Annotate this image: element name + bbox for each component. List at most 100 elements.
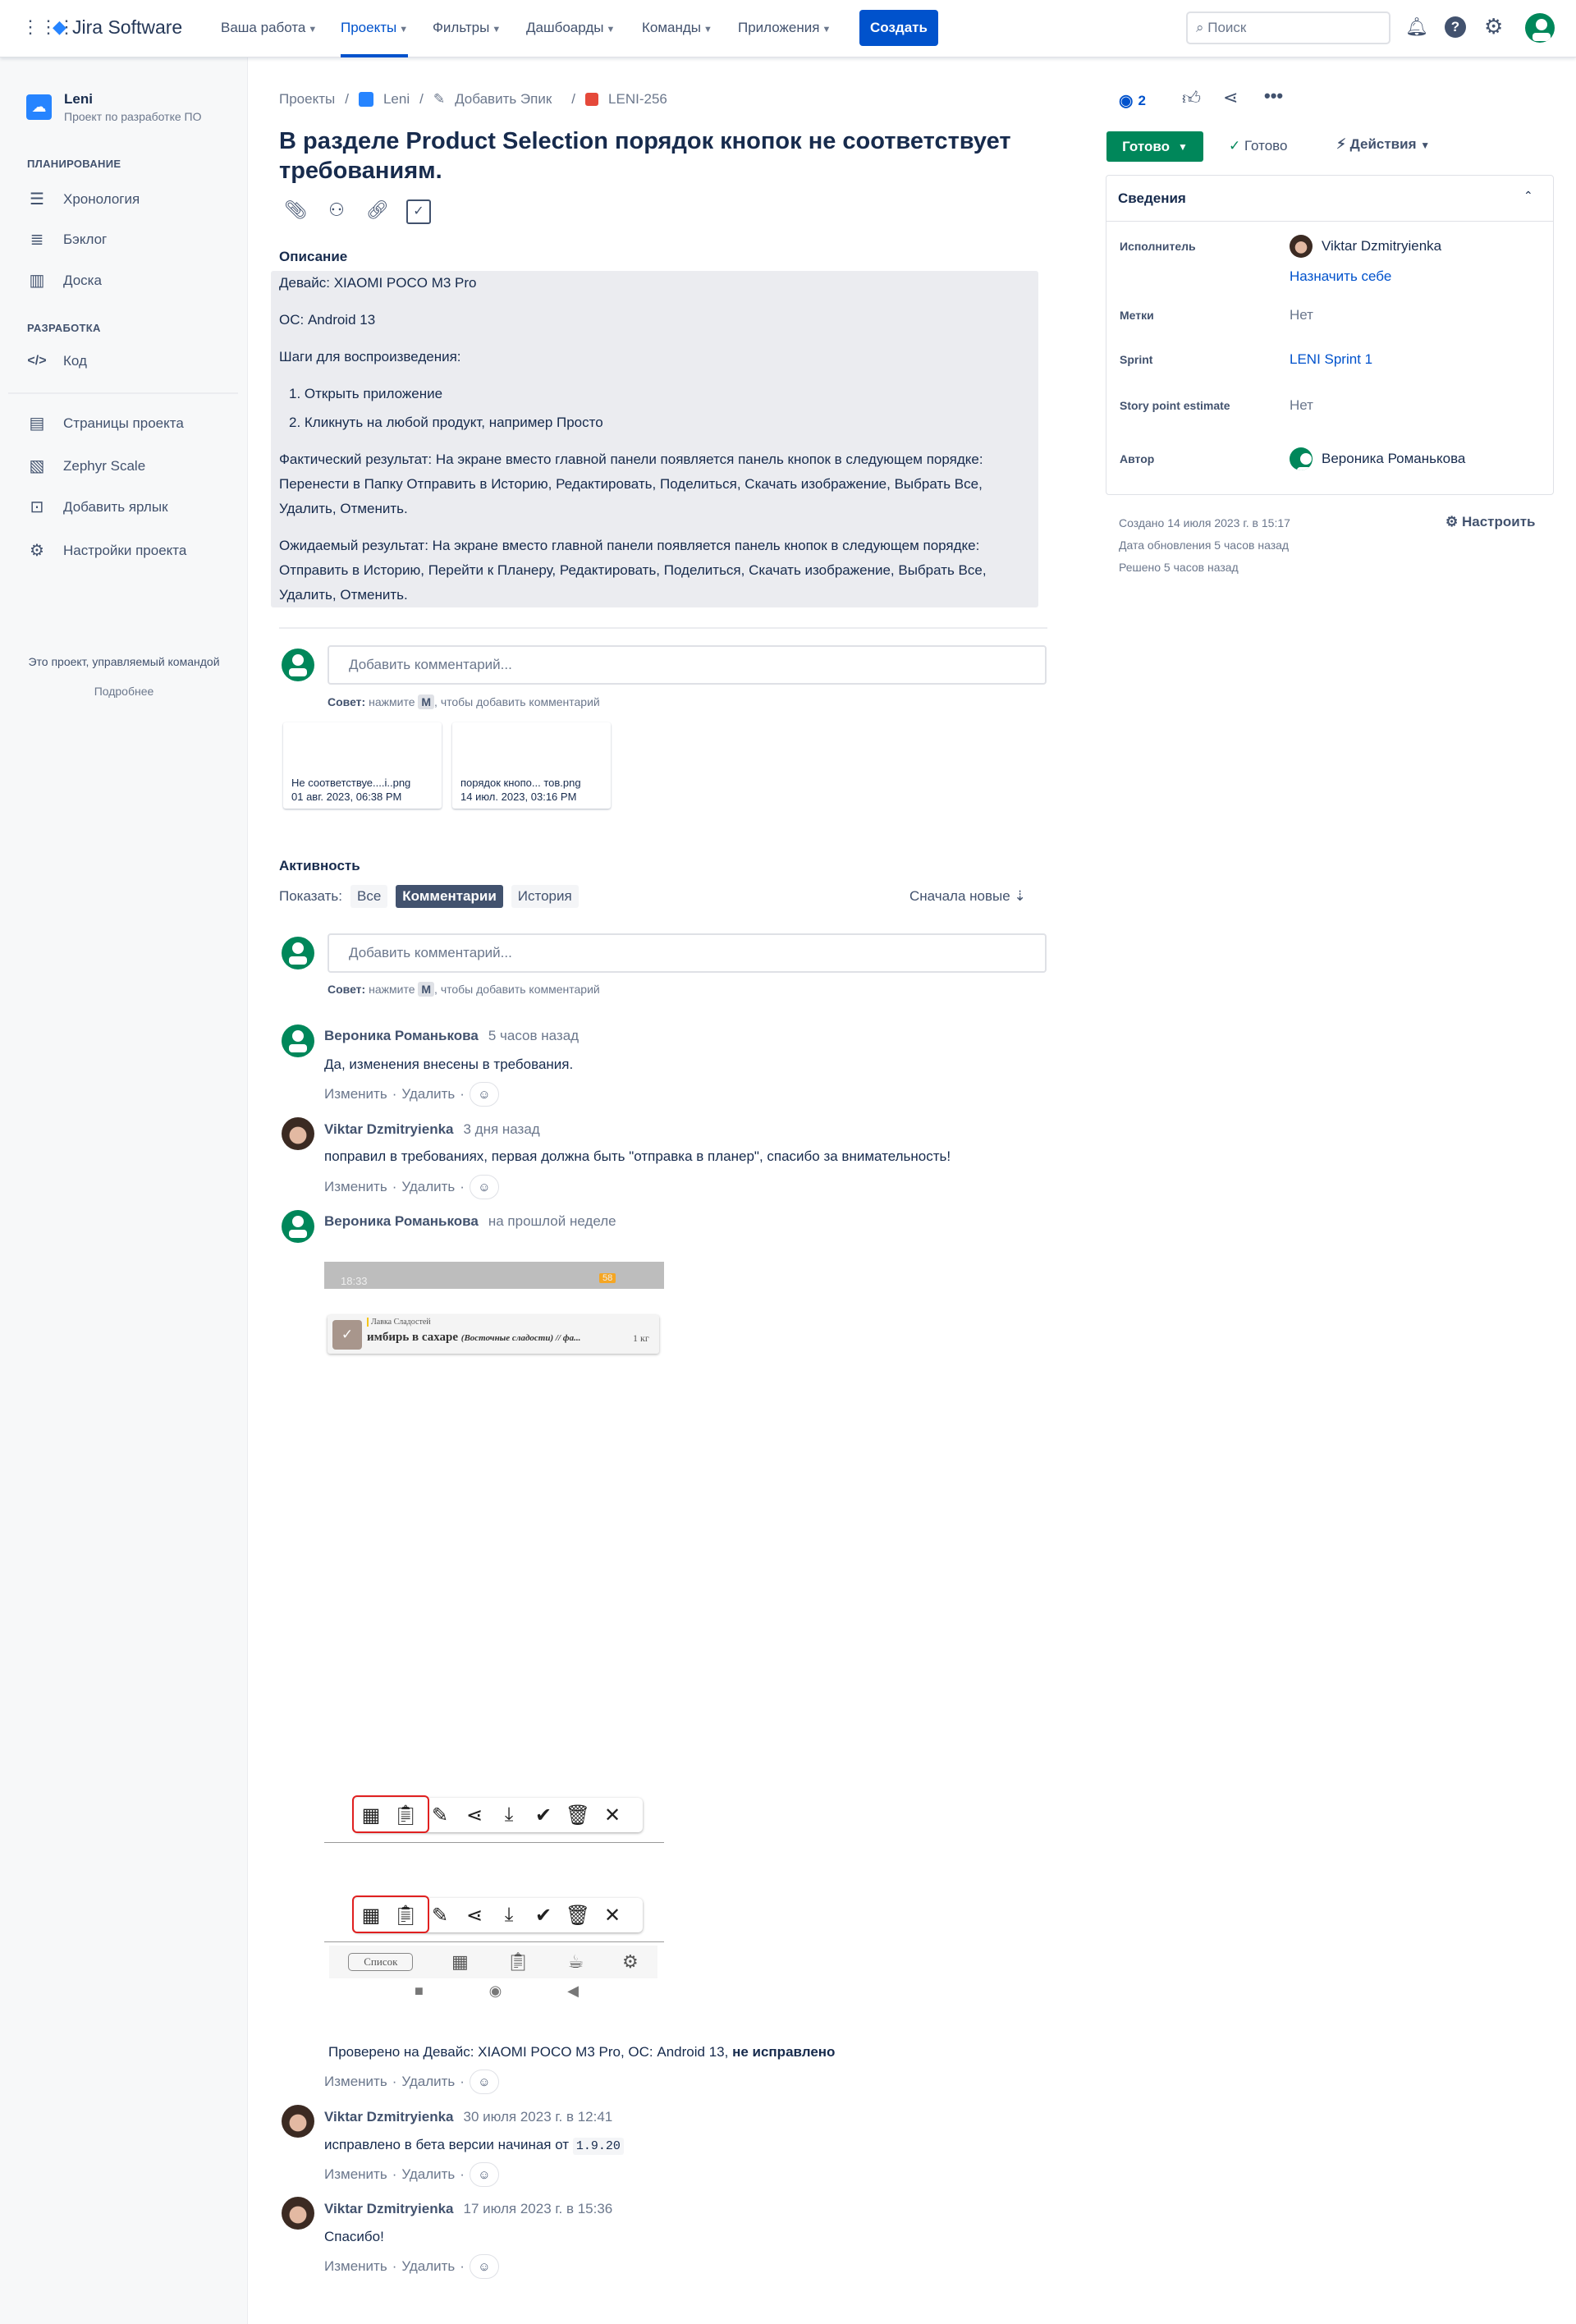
nav-teams[interactable]: Команды ▼ <box>642 20 712 36</box>
comment-author[interactable]: Вероника Романькова <box>324 1213 479 1229</box>
edit-comment-button[interactable]: Изменить <box>324 2166 387 2183</box>
attachment-name: порядок кнопо... тов.png <box>460 777 581 789</box>
comment-author[interactable]: Viktar Dzmitryienka <box>324 1121 453 1137</box>
app-switcher-icon[interactable]: ⋮⋮⋮ <box>21 16 76 38</box>
sidebar-item-board[interactable]: ▥ Доска <box>27 270 102 291</box>
reporter-value[interactable]: Вероника Романькова <box>1322 451 1465 467</box>
comment-screenshot[interactable]: 18:33 58 ✓ Лавка Сладостей имбирь в саха… <box>324 1262 664 2001</box>
help-icon[interactable]: ? <box>1445 16 1466 38</box>
sidebar-item-code[interactable]: </> Код <box>27 353 86 369</box>
sidebar-item-timeline[interactable]: ☰ Хронология <box>27 189 140 209</box>
nav-your-work[interactable]: Ваша работа ▼ <box>221 20 317 36</box>
sprint-value[interactable]: LENI Sprint 1 <box>1290 351 1372 368</box>
edit-comment-button[interactable]: Изменить <box>324 2074 387 2090</box>
learn-more-link[interactable]: Подробнее <box>0 685 248 698</box>
sidebar-item-pages[interactable]: ▤ Страницы проекта <box>27 413 184 433</box>
story-points-label: Story point estimate <box>1120 399 1230 412</box>
attachment-card[interactable]: Не соответствуе....i..png 01 авг. 2023, 0… <box>283 722 442 809</box>
breadcrumb-issue-key[interactable]: LENI-256 <box>608 91 667 108</box>
tab-comments[interactable]: Комментарии <box>396 885 503 908</box>
share-icon[interactable]: ⋖ <box>1223 87 1238 108</box>
description-body[interactable]: Девайс: XIAOMI POCO M3 Pro ОС: Android 1… <box>271 271 1038 607</box>
comment-author[interactable]: Viktar Dzmitryienka <box>324 2201 453 2216</box>
sort-button[interactable]: Сначала новые ⇣ <box>909 888 1026 905</box>
nav-filters[interactable]: Фильтры ▼ <box>433 20 501 36</box>
add-reaction-icon[interactable]: ☺ <box>469 2070 499 2094</box>
nav-projects[interactable]: Проекты ▼ <box>341 20 409 57</box>
like-icon[interactable]: 👍︎ <box>1182 87 1201 109</box>
actions-menu[interactable]: ⚡︎ Действия ▼ <box>1336 136 1430 153</box>
notifications-icon[interactable]: 🔔︎ <box>1405 16 1428 38</box>
desc-line: ОС: Android 13 <box>279 312 376 328</box>
settings-icon[interactable]: ⚙ <box>1484 14 1503 39</box>
comment-avatar[interactable] <box>282 1117 314 1150</box>
story-points-value[interactable]: Нет <box>1290 397 1313 414</box>
attachment-card[interactable]: порядок кнопо... тов.png 14 июл. 2023, 03… <box>452 722 611 809</box>
comment-avatar[interactable] <box>282 2105 314 2138</box>
nav-apps[interactable]: Приложения ▼ <box>738 20 831 36</box>
comment-avatar[interactable] <box>282 1024 314 1057</box>
sidebar-item-add-shortcut[interactable]: ⊡ Добавить ярлык <box>27 497 168 517</box>
assign-to-me-link[interactable]: Назначить себе <box>1290 268 1391 285</box>
delete-comment-button[interactable]: Удалить <box>401 1086 455 1102</box>
comment-time[interactable]: 3 дня назад <box>463 1121 539 1137</box>
tab-all[interactable]: Все <box>350 885 388 908</box>
comment-input[interactable]: Добавить комментарий... <box>328 933 1047 973</box>
breadcrumb-add-epic[interactable]: Добавить Эпик <box>455 91 552 108</box>
link-icon[interactable]: 🔗︎ <box>365 199 390 224</box>
issue-title[interactable]: В разделе Product Selection порядок кноп… <box>279 126 1018 186</box>
search-input[interactable]: ⌕ Поиск <box>1186 11 1390 44</box>
project-name[interactable]: Leni <box>64 91 93 108</box>
zephyr-test-icon[interactable]: ✓ <box>406 199 431 224</box>
comment-input[interactable]: Добавить комментарий... <box>328 645 1047 685</box>
delete-comment-button[interactable]: Удалить <box>401 2166 455 2183</box>
edit-comment-button[interactable]: Изменить <box>324 1179 387 1195</box>
assignee-value[interactable]: Viktar Dzmitryienka <box>1322 238 1441 254</box>
comment-tip: Совет: нажмите M, чтобы добавить коммент… <box>328 982 600 997</box>
details-header[interactable]: Сведения ⌃ <box>1106 176 1553 222</box>
attach-icon[interactable]: 📎︎ <box>283 199 308 224</box>
comment-author[interactable]: Вероника Романькова <box>324 1028 479 1043</box>
comment-avatar[interactable] <box>282 2197 314 2230</box>
nav-dashboards[interactable]: Дашбоарды ▼ <box>526 20 615 36</box>
labels-value[interactable]: Нет <box>1290 307 1313 323</box>
comment-time[interactable]: 5 часов назад <box>488 1028 579 1043</box>
status-button[interactable]: Готово ▼ <box>1106 131 1203 162</box>
nav-label: Команды <box>642 20 702 35</box>
resolved-date: Решено 5 часов назад <box>1119 561 1239 574</box>
add-reaction-icon[interactable]: ☺ <box>469 1175 499 1199</box>
back-icon: ◀ <box>567 1983 579 1999</box>
sidebar-item-settings[interactable]: ⚙ Настройки проекта <box>27 540 186 561</box>
breadcrumb-project[interactable]: Leni <box>383 91 410 108</box>
edit-comment-button[interactable]: Изменить <box>324 1086 387 1102</box>
edit-comment-button[interactable]: Изменить <box>324 2258 387 2275</box>
app-name[interactable]: Jira Software <box>72 16 182 39</box>
backlog-icon: ≣ <box>30 231 44 249</box>
breadcrumb-projects[interactable]: Проекты <box>279 91 335 108</box>
battery-level: 58 <box>599 1273 616 1283</box>
desc-line: 2. Кликнуть на любой продукт, например П… <box>289 415 603 430</box>
add-shortcut-icon: ⊡ <box>30 498 44 516</box>
sidebar-item-zephyr[interactable]: ▧ Zephyr Scale <box>27 456 146 476</box>
comment-time[interactable]: 30 июля 2023 г. в 12:41 <box>463 2109 612 2125</box>
comment-author[interactable]: Viktar Dzmitryienka <box>324 2109 453 2125</box>
watch-button[interactable]: ◉ 2 <box>1119 90 1146 111</box>
profile-avatar[interactable] <box>1525 13 1555 43</box>
add-reaction-icon[interactable]: ☺ <box>469 2162 499 2187</box>
comment-time[interactable]: 17 июля 2023 г. в 15:36 <box>463 2201 612 2216</box>
more-icon[interactable]: ••• <box>1264 85 1283 107</box>
delete-comment-button[interactable]: Удалить <box>401 2258 455 2275</box>
child-issue-icon[interactable]: ⚇ <box>324 199 349 224</box>
create-button[interactable]: Создать <box>859 10 938 46</box>
delete-comment-button[interactable]: Удалить <box>401 1179 455 1195</box>
tab-history[interactable]: История <box>511 885 579 908</box>
comment-time[interactable]: на прошлой неделе <box>488 1213 616 1229</box>
actions-label: Действия <box>1349 136 1417 152</box>
configure-button[interactable]: ⚙ Настроить <box>1445 514 1536 530</box>
add-reaction-icon[interactable]: ☺ <box>469 2254 499 2279</box>
sidebar-item-backlog[interactable]: ≣ Бэклог <box>27 229 108 250</box>
comment-avatar[interactable] <box>282 1210 314 1243</box>
delete-comment-button[interactable]: Удалить <box>401 2074 455 2090</box>
updated-date: Дата обновления 5 часов назад <box>1119 539 1290 552</box>
add-reaction-icon[interactable]: ☺ <box>469 1082 499 1107</box>
